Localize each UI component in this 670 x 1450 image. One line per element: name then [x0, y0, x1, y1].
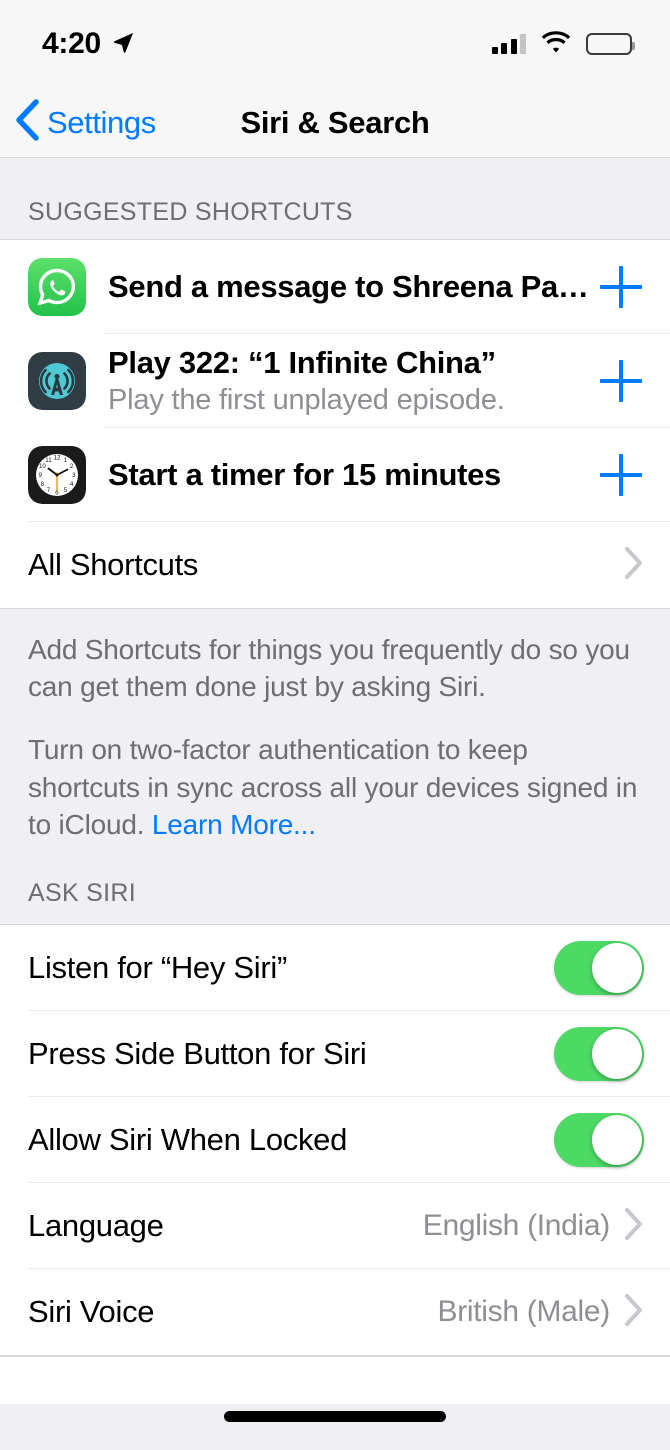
row-language[interactable]: Language English (India) [0, 1183, 670, 1270]
back-button-label: Settings [47, 104, 156, 140]
svg-text:2: 2 [70, 463, 74, 470]
whatsapp-icon [28, 258, 86, 316]
ask-siri-header: ASK SIRI [0, 843, 670, 925]
svg-text:4: 4 [70, 481, 74, 488]
plus-icon[interactable] [598, 452, 644, 498]
shortcut-texts: Send a message to Shreena Par… [108, 269, 598, 305]
row-listen-for-hey-siri[interactable]: Listen for “Hey Siri” [0, 925, 670, 1012]
row-allow-siri-when-locked[interactable]: Allow Siri When Locked [0, 1097, 670, 1184]
home-indicator[interactable] [224, 1411, 446, 1422]
suggested-shortcuts-card: Send a message to Shreena Par… Play 322:… [0, 239, 670, 609]
navigation-bar: Settings Siri & Search [0, 88, 670, 158]
svg-text:10: 10 [39, 463, 46, 470]
row-label: Siri Voice [28, 1294, 155, 1330]
svg-text:3: 3 [72, 472, 76, 479]
chevron-right-icon [624, 546, 644, 585]
siri-and-search-screen: 4:20 Settings Siri & Search SUGGESTED SH… [0, 0, 670, 1450]
toggle-listen-for-hey-siri[interactable] [554, 941, 644, 996]
row-siri-voice[interactable]: Siri Voice British (Male) [0, 1269, 670, 1356]
location-arrow-icon [112, 30, 136, 59]
learn-more-link[interactable]: Learn More... [152, 809, 316, 840]
all-shortcuts-label: All Shortcuts [28, 547, 199, 582]
chevron-right-icon [624, 1207, 644, 1246]
plus-icon[interactable] [598, 264, 644, 310]
shortcut-row-timer[interactable]: 12 1 23 45 67 89 10 11 Start a timer for 1… [0, 428, 670, 522]
siri-voice-value: British (Male) [437, 1295, 611, 1329]
wifi-icon [541, 30, 571, 58]
clock-icon: 12 1 23 45 67 89 10 11 [28, 446, 86, 504]
shortcut-subtitle: Play the first unplayed episode. [108, 384, 505, 416]
footer-paragraph-1: Add Shortcuts for things you frequently … [28, 634, 630, 703]
back-button[interactable]: Settings [0, 99, 156, 146]
row-label: Allow Siri When Locked [28, 1122, 348, 1158]
shortcut-title: Play 322: “1 Infinite China” [108, 345, 496, 380]
row-label: Press Side Button for Siri [28, 1036, 367, 1072]
all-shortcuts-row[interactable]: All Shortcuts [0, 522, 670, 608]
svg-text:5: 5 [64, 487, 68, 494]
shortcut-row-podcast[interactable]: Play 322: “1 Infinite China” Play the fi… [0, 334, 670, 428]
svg-text:11: 11 [45, 457, 52, 464]
svg-text:1: 1 [64, 457, 68, 464]
row-label: Language [28, 1208, 164, 1244]
shortcut-texts: Play 322: “1 Infinite China” Play the fi… [108, 345, 598, 417]
toggle-allow-siri-when-locked[interactable] [554, 1113, 644, 1168]
cellular-bars-icon [491, 34, 526, 54]
status-time: 4:20 [42, 27, 101, 60]
battery-icon [586, 33, 635, 55]
toggle-press-side-button[interactable] [554, 1027, 644, 1082]
chevron-right-icon [624, 1293, 644, 1332]
footer-paragraph-2-text: Turn on two-factor authentication to kee… [28, 734, 638, 840]
suggested-shortcuts-header: SUGGESTED SHORTCUTS [0, 158, 670, 239]
overcast-podcast-icon [28, 352, 86, 410]
row-press-side-button[interactable]: Press Side Button for Siri [0, 1011, 670, 1098]
shortcut-title: Send a message to Shreena Par… [108, 269, 598, 304]
suggested-shortcuts-footer: Add Shortcuts for things you frequently … [0, 609, 670, 844]
svg-text:12: 12 [54, 455, 61, 462]
footer-paragraph-2: Turn on two-factor authentication to kee… [28, 731, 642, 843]
svg-text:9: 9 [38, 472, 42, 479]
shortcut-title: Start a timer for 15 minutes [108, 457, 501, 492]
shortcut-texts: Start a timer for 15 minutes [108, 457, 598, 493]
status-bar: 4:20 [0, 0, 670, 88]
svg-text:8: 8 [41, 481, 45, 488]
next-row-partial [0, 1356, 670, 1405]
shortcut-row-whatsapp[interactable]: Send a message to Shreena Par… [0, 240, 670, 334]
plus-icon[interactable] [598, 358, 644, 404]
ask-siri-card: Listen for “Hey Siri” Press Side Button … [0, 924, 670, 1357]
language-value: English (India) [422, 1209, 611, 1243]
svg-text:6: 6 [55, 490, 59, 497]
status-bar-left: 4:20 [42, 27, 136, 61]
svg-text:7: 7 [47, 487, 51, 494]
row-label: Listen for “Hey Siri” [28, 950, 287, 986]
chevron-left-icon [14, 99, 40, 146]
status-bar-right [491, 30, 635, 58]
